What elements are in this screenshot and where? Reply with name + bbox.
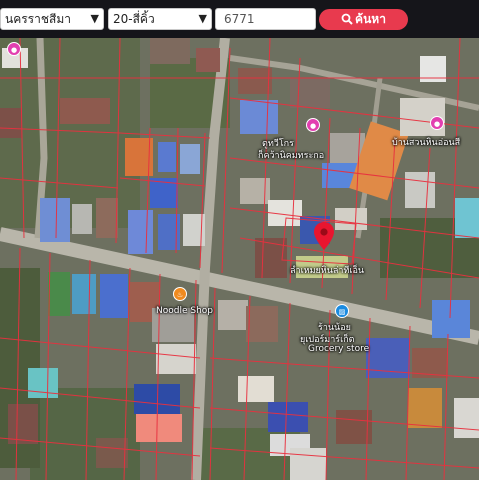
search-toolbar: นครราชสีมา ▼ 20-สี่คิ้ว ▼ 6771 ค้นหา [0, 0, 479, 38]
search-icon [341, 13, 353, 25]
poi-pink-icon[interactable]: ● [7, 42, 21, 56]
search-button[interactable]: ค้นหา [319, 9, 408, 30]
chevron-down-icon: ▼ [198, 12, 207, 25]
noodle-shop-icon[interactable]: ♨ [173, 287, 187, 301]
grocery-label-en: Grocery store [308, 344, 370, 354]
parcel-number-input[interactable]: 6771 [215, 8, 316, 30]
map-imagery [0, 38, 479, 480]
poi-pink-icon[interactable]: ● [306, 118, 320, 132]
grocery-store-icon[interactable]: ▨ [335, 304, 349, 318]
map-label-center: ลำเหมยหินล่าทีเอ็น [290, 266, 365, 276]
satellite-map[interactable]: ● ● ● บ้านสวนหินอ่อนสี ตูทวีโกร ก็คว้านิ… [0, 38, 479, 480]
chevron-down-icon: ▼ [90, 12, 99, 25]
search-button-label: ค้นหา [355, 12, 386, 26]
map-pin-icon[interactable] [313, 221, 335, 251]
province-select[interactable]: นครราชสีมา ▼ [0, 8, 104, 30]
map-label-left-mid2: ก็คว้านิคมทระกอ [258, 151, 325, 161]
poi-pink-icon[interactable]: ● [430, 116, 444, 130]
district-value: 20-สี่คิ้ว [113, 12, 155, 26]
parcel-number-value: 6771 [224, 12, 255, 26]
map-label-top-right: บ้านสวนหินอ่อนสี [392, 138, 461, 148]
province-value: นครราชสีมา [5, 12, 71, 26]
district-select[interactable]: 20-สี่คิ้ว ▼ [108, 8, 212, 30]
noodle-shop-label: Noodle Shop [156, 306, 213, 316]
